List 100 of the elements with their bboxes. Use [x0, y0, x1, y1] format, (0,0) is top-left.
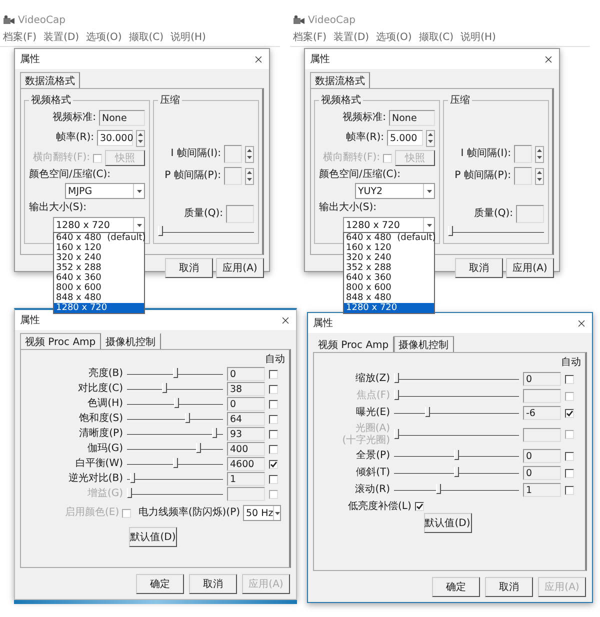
slider-track[interactable] — [127, 428, 223, 440]
slider-thumb[interactable] — [196, 443, 202, 453]
checkbox[interactable] — [269, 430, 278, 438]
spin-buttons[interactable] — [535, 146, 544, 162]
slider-thumb[interactable] — [394, 373, 399, 383]
value-field[interactable] — [523, 389, 561, 403]
checkbox[interactable] — [269, 474, 278, 484]
caret-down-icon[interactable] — [136, 190, 142, 192]
slider-track[interactable] — [394, 467, 519, 479]
output-size-combo[interactable]: 1280 x 720 — [343, 217, 435, 233]
slider-thumb[interactable] — [448, 226, 453, 236]
dialog-button[interactable]: 取消 — [455, 258, 503, 278]
slider-track[interactable] — [158, 226, 254, 238]
dialog-button[interactable]: 确定 — [136, 574, 184, 594]
i-frame-field[interactable] — [224, 145, 242, 163]
slider-track[interactable] — [127, 473, 223, 485]
checkbox[interactable] — [565, 486, 574, 494]
dialog-button[interactable]: 取消 — [165, 258, 213, 278]
default-button[interactable]: 默认值(D) — [129, 527, 177, 547]
slider-track[interactable] — [394, 407, 519, 419]
spin-buttons[interactable] — [535, 168, 544, 184]
spin-buttons[interactable] — [136, 130, 145, 146]
slider-track[interactable] — [127, 368, 223, 380]
slider-track[interactable] — [394, 450, 519, 462]
menu-item[interactable]: 装置(D) — [44, 30, 80, 44]
slider-track[interactable] — [127, 398, 223, 410]
output-size-combo[interactable]: 1280 x 720 — [53, 217, 145, 233]
value-field[interactable]: 0 — [227, 367, 265, 381]
quality-field[interactable] — [516, 205, 544, 223]
slider-thumb[interactable] — [130, 473, 135, 483]
dialog-button[interactable]: 应用(A) — [506, 258, 554, 278]
tab[interactable]: 视频 Proc Amp — [20, 333, 101, 350]
tab[interactable]: 摄像机控制 — [394, 336, 454, 353]
spin-buttons[interactable] — [245, 146, 254, 162]
color-space-combo[interactable]: YUY2 — [355, 183, 435, 199]
frame-rate-field[interactable]: 30.000 — [97, 130, 133, 146]
caret-down-icon[interactable] — [426, 190, 432, 192]
checkbox[interactable] — [565, 452, 574, 460]
value-field[interactable]: -6 — [523, 406, 561, 420]
color-space-combo[interactable]: MJPG — [65, 183, 145, 199]
slider-track[interactable] — [448, 226, 544, 238]
dialog-button[interactable]: 确定 — [432, 577, 480, 597]
close-icon[interactable] — [253, 54, 264, 64]
slider-track[interactable] — [394, 428, 519, 440]
dialog-button[interactable]: 取消 — [485, 577, 533, 597]
checkbox[interactable] — [565, 408, 574, 418]
close-icon[interactable] — [576, 318, 587, 328]
p-frame-field[interactable] — [514, 167, 532, 185]
spin-buttons[interactable] — [245, 168, 254, 184]
slider-thumb[interactable] — [212, 428, 217, 438]
default-button[interactable]: 默认值(D) — [424, 512, 472, 532]
checkbox[interactable] — [269, 370, 278, 378]
tab[interactable]: 数据流格式 — [310, 72, 370, 89]
menu-item[interactable]: 说明(H) — [460, 30, 496, 44]
slider-thumb[interactable] — [158, 226, 163, 236]
slider-thumb[interactable] — [162, 383, 167, 393]
tab[interactable]: 数据流格式 — [20, 72, 80, 89]
slider-thumb[interactable] — [174, 398, 180, 408]
value-field[interactable]: 0 — [227, 397, 265, 411]
caret-down-icon[interactable] — [274, 512, 280, 514]
quality-field[interactable] — [226, 205, 254, 223]
slider-thumb[interactable] — [172, 458, 178, 468]
menu-item[interactable]: 装置(D) — [334, 30, 370, 44]
value-field[interactable]: 4600 — [227, 457, 265, 471]
slider-track[interactable] — [127, 443, 223, 455]
value-field[interactable]: 64 — [227, 412, 265, 426]
slider-thumb[interactable] — [425, 407, 430, 417]
slider-thumb[interactable] — [436, 484, 441, 494]
dialog-button[interactable]: 应用(A) — [216, 258, 264, 278]
power-line-combo[interactable]: 50 Hz — [243, 505, 281, 521]
slider-thumb[interactable] — [454, 450, 459, 460]
value-field[interactable]: 38 — [227, 382, 265, 396]
p-frame-field[interactable] — [224, 167, 242, 185]
value-field[interactable]: 400 — [227, 442, 265, 456]
checkbox[interactable] — [269, 414, 278, 424]
menu-item[interactable]: 撷取(C) — [128, 30, 164, 44]
value-field[interactable]: 1 — [523, 483, 561, 497]
menu-item[interactable]: 说明(H) — [170, 30, 206, 44]
menu-item[interactable]: 档案(F) — [3, 30, 37, 44]
close-icon[interactable] — [543, 54, 554, 64]
value-field[interactable]: 93 — [227, 427, 265, 441]
slider-track[interactable] — [394, 484, 519, 496]
menu-item[interactable]: 选项(O) — [376, 30, 412, 44]
menu-item[interactable]: 选项(O) — [86, 30, 122, 44]
slider-thumb[interactable] — [454, 467, 459, 477]
dropdown-item[interactable]: 1280 x 720 — [54, 303, 144, 313]
slider-track[interactable] — [127, 458, 223, 470]
checkbox[interactable] — [269, 444, 278, 454]
slider-track[interactable] — [127, 413, 223, 425]
checkbox[interactable] — [565, 468, 574, 478]
value-field[interactable]: 0 — [523, 449, 561, 463]
checkbox[interactable] — [269, 400, 278, 408]
checkbox[interactable] — [415, 502, 424, 512]
frame-rate-field[interactable]: 5.000 — [387, 130, 423, 146]
menu-item[interactable]: 撷取(C) — [418, 30, 454, 44]
slider-track[interactable] — [394, 390, 519, 402]
value-field[interactable]: 1 — [227, 472, 265, 486]
caret-down-icon[interactable] — [426, 224, 432, 226]
checkbox[interactable] — [565, 374, 574, 384]
checkbox[interactable] — [269, 384, 278, 394]
